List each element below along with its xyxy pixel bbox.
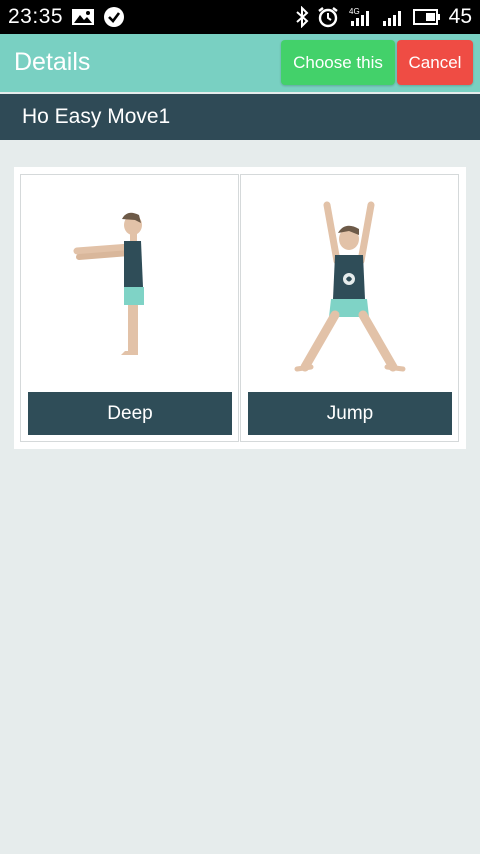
check-circle-icon	[103, 6, 125, 28]
workout-title: Ho Easy Move1	[22, 105, 171, 128]
jump-exercise-illustration	[294, 201, 406, 372]
alarm-icon	[317, 6, 339, 28]
deep-exercise-illustration	[73, 212, 144, 355]
exercise-tile-jump[interactable]: Jump	[240, 174, 459, 442]
battery-level: 45	[448, 5, 472, 28]
exercise-card: Deep Jump	[14, 167, 466, 449]
status-time: 23:35	[8, 5, 64, 28]
exercise-label: Jump	[248, 392, 452, 435]
exercise-tile-deep[interactable]: Deep	[20, 174, 239, 442]
image-icon	[71, 7, 95, 27]
choose-this-button[interactable]: Choose this	[281, 40, 395, 85]
app-header: Details Choose this Cancel	[0, 34, 480, 92]
signal-icon: 4G	[347, 6, 373, 28]
bluetooth-icon	[295, 6, 309, 28]
exercise-label: Deep	[28, 392, 232, 435]
page-title: Details	[14, 48, 91, 76]
network-label: 4G	[349, 7, 360, 16]
sub-header: Ho Easy Move1	[0, 94, 480, 140]
battery-icon	[412, 8, 441, 26]
status-right: 4G 45	[295, 5, 472, 29]
status-left: 23:35	[8, 5, 125, 29]
status-bar: 23:35 4G 45	[0, 0, 480, 34]
signal-icon	[381, 6, 405, 28]
cancel-button[interactable]: Cancel	[397, 40, 473, 85]
